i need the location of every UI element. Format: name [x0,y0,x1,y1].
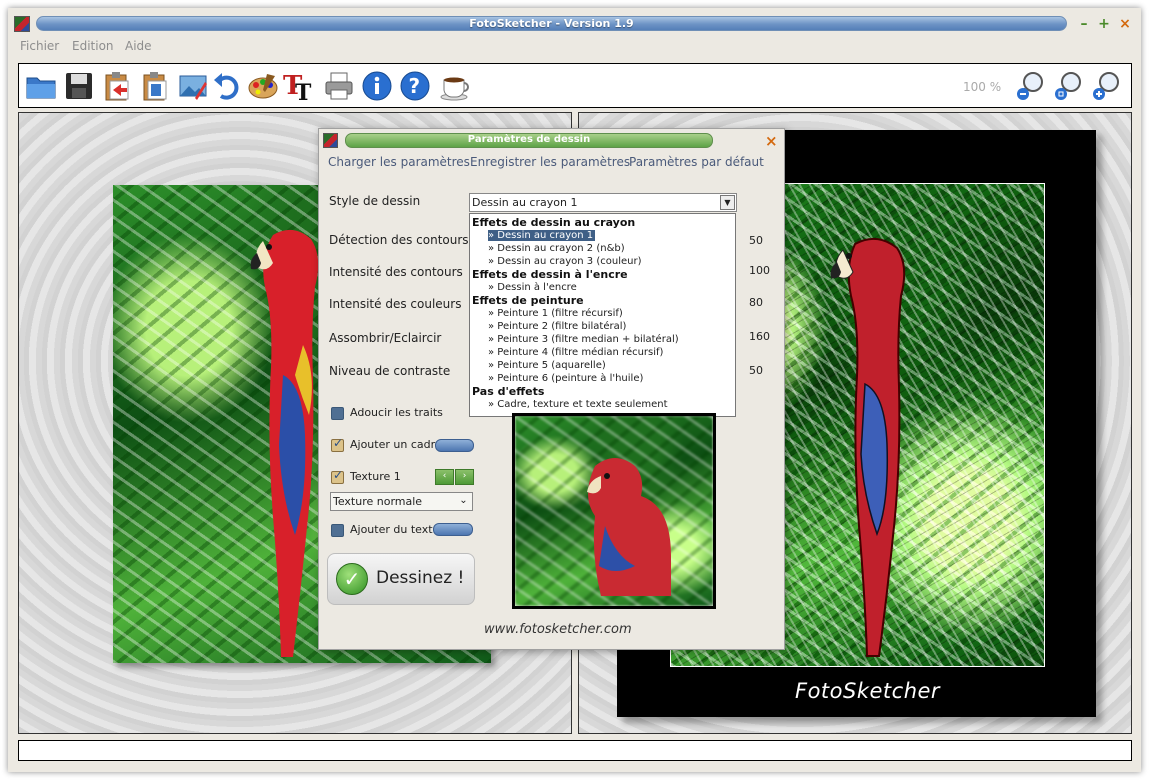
group-paint-header: Effets de peinture [472,294,584,307]
param-label-darken-lighten: Assombrir/Eclaircir [329,331,442,345]
menu-edition[interactable]: Edition [72,39,114,53]
draw-button[interactable]: ✓ Dessinez ! [327,553,475,605]
option-paint-1[interactable]: » Peinture 1 (filtre récursif) [488,308,623,319]
help-icon[interactable]: ? [399,70,431,102]
add-text-checkbox[interactable] [331,524,344,537]
palette-icon[interactable] [247,70,279,102]
svg-text:?: ? [409,74,421,98]
drawing-parameters-dialog: Paramètres de dessin × Charger les param… [318,128,785,650]
param-value-edge-detection: 50 [749,234,763,247]
zoom-in-icon[interactable] [1091,70,1123,102]
option-pencil-3[interactable]: » Dessin au crayon 3 (couleur) [488,256,641,267]
parrot-sketch-image [830,237,906,657]
group-ink-header: Effets de dessin à l'encre [472,268,628,281]
load-parameters-link[interactable]: Charger les paramètres [328,155,470,169]
option-pencil-1[interactable]: » Dessin au crayon 1 [488,230,596,241]
window-title: FotoSketcher - Version 1.9 [36,16,1067,31]
option-ink-1[interactable]: » Dessin à l'encre [488,282,577,293]
preview-image [512,413,716,609]
texture-select[interactable]: Texture normale ⌄ [330,492,473,511]
texture-next-icon[interactable]: › [455,469,474,485]
style-dropdown-list: Effets de dessin au crayon » Dessin au c… [469,213,736,417]
default-parameters-link[interactable]: Paramètres par défaut [629,155,764,169]
title-bar[interactable]: FotoSketcher - Version 1.9 – + × [8,8,1141,38]
text-icon[interactable]: TT [283,70,315,102]
option-paint-5[interactable]: » Peinture 5 (aquarelle) [488,360,606,371]
add-text-label: Ajouter du texte [350,523,440,536]
copy-icon[interactable] [139,70,171,102]
option-paint-3[interactable]: » Peinture 3 (filtre median + bilatéral) [488,334,679,345]
option-paint-6[interactable]: » Peinture 6 (peinture à l'huile) [488,373,643,384]
menu-aide[interactable]: Aide [125,39,152,53]
print-icon[interactable] [323,70,355,102]
frame-checkbox[interactable] [331,436,344,452]
dialog-title: Paramètres de dessin [345,133,713,148]
open-folder-icon[interactable] [25,70,57,102]
param-value-color-intensity: 80 [749,296,763,309]
info-icon[interactable] [361,70,393,102]
draw-button-label: Dessinez ! [376,568,465,588]
frame-options-button[interactable] [435,439,474,452]
check-icon: ✓ [336,563,368,595]
toolbar: TT ? 100 % [18,63,1132,108]
option-paint-4[interactable]: » Peinture 4 (filtre médian récursif) [488,347,663,358]
zoom-fit-icon[interactable] [1053,70,1085,102]
zoom-level: 100 % [963,80,1002,94]
param-value-edge-intensity: 100 [749,264,770,277]
texture-select-value: Texture normale [333,495,423,508]
texture-checkbox[interactable] [331,468,344,484]
maximize-icon[interactable]: + [1097,17,1111,31]
group-pencil-header: Effets de dessin au crayon [472,216,636,229]
text-options-button[interactable] [433,523,473,536]
chevron-down-icon[interactable]: ▼ [720,195,735,210]
website-link[interactable]: www.fotosketcher.com [484,622,632,637]
param-label-edge-intensity: Intensité des contours [329,265,463,279]
soften-checkbox[interactable] [331,407,344,420]
frame-label: Ajouter un cadre [350,438,442,451]
zoom-out-icon[interactable] [1015,70,1047,102]
soften-label: Adoucir les traits [350,406,443,419]
coffee-icon[interactable] [439,70,471,102]
param-value-contrast: 50 [749,364,763,377]
param-value-darken-lighten: 160 [749,330,770,343]
dialog-close-icon[interactable]: × [765,132,778,150]
texture-chevron-down-icon[interactable]: ⌄ [456,494,471,509]
style-select-value: Dessin au crayon 1 [472,196,578,209]
style-label: Style de dessin [329,194,421,208]
paste-icon[interactable] [101,70,133,102]
minimize-icon[interactable]: – [1077,17,1091,31]
param-label-contrast: Niveau de contraste [329,364,451,378]
style-select[interactable]: Dessin au crayon 1 ▼ [469,193,737,212]
param-label-edge-detection: Détection des contours [329,233,469,247]
param-label-color-intensity: Intensité des couleurs [329,297,462,311]
image-icon[interactable] [177,70,209,102]
menu-bar: Fichier Edition Aide [8,38,1141,56]
dialog-logo-icon [323,133,338,148]
group-none-header: Pas d'effets [472,385,545,398]
option-paint-2[interactable]: » Peinture 2 (filtre bilatéral) [488,321,626,332]
option-pencil-2[interactable]: » Dessin au crayon 2 (n&b) [488,243,625,254]
status-bar [18,740,1132,761]
preview-parrot-image [587,458,671,596]
texture-prev-icon[interactable]: ‹ [435,469,454,485]
svg-text:T: T [295,80,312,102]
texture-label: Texture 1 [350,470,401,483]
option-none-1[interactable]: » Cadre, texture et texte seulement [488,399,668,410]
close-icon[interactable]: × [1118,17,1132,31]
app-logo-icon [14,16,30,32]
undo-icon[interactable] [211,70,243,102]
menu-fichier[interactable]: Fichier [20,39,59,53]
save-icon[interactable] [63,70,95,102]
result-caption: FotoSketcher [795,679,941,703]
save-parameters-link[interactable]: Enregistrer les paramètres [470,155,630,169]
